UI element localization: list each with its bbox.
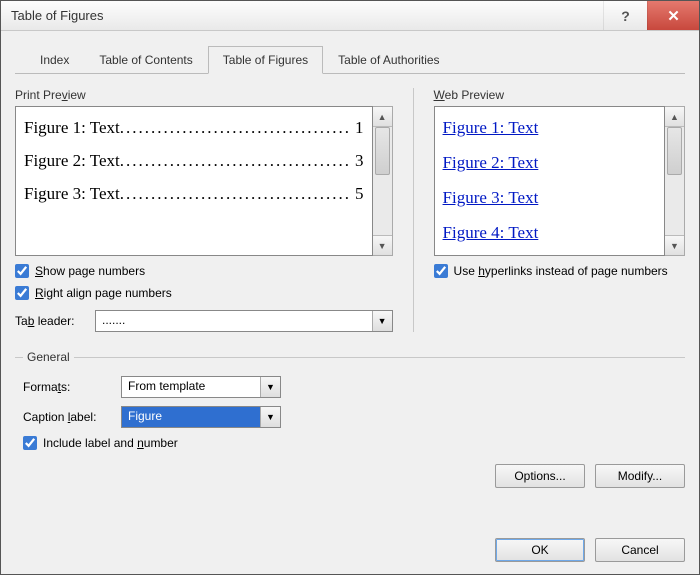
dialog-body: Index Table of Contents Table of Figures… [1,31,699,574]
window-title: Table of Figures [11,8,603,23]
cancel-button[interactable]: Cancel [595,538,685,562]
use-hyperlinks-checkbox[interactable] [434,264,448,278]
options-button[interactable]: Options... [495,464,585,488]
modify-button[interactable]: Modify... [595,464,685,488]
scroll-up-icon[interactable]: ▲ [665,107,684,127]
scroll-track[interactable] [373,127,392,235]
chevron-down-icon[interactable]: ▼ [372,311,392,331]
ok-button[interactable]: OK [495,538,585,562]
include-label-row: Include label and number [23,436,685,450]
chevron-down-icon[interactable]: ▼ [260,407,280,427]
tab-index[interactable]: Index [25,46,84,74]
tab-leader-combo[interactable]: ....... ▼ [95,310,393,332]
print-preview-column: Print Preview Figure 1: Text ...........… [15,88,393,332]
tab-leader-value: ....... [96,311,372,331]
caption-label-label: Caption label: [23,410,113,424]
use-hyperlinks-label: Use hyperlinks instead of page numbers [454,264,668,278]
web-preview-link: Figure 4: Text [443,224,656,241]
tab-table-of-contents[interactable]: Table of Contents [84,46,207,74]
close-button[interactable]: ✕ [647,1,699,30]
scroll-down-icon[interactable]: ▼ [373,235,392,255]
web-preview-scrollbar[interactable]: ▲ ▼ [665,106,685,256]
column-divider [413,88,414,332]
formats-row: Formats: From template ▼ [23,376,685,398]
use-hyperlinks-row: Use hyperlinks instead of page numbers [434,264,685,278]
tab-leader-row: Tab leader: ....... ▼ [15,310,393,332]
close-icon: ✕ [667,7,680,25]
help-button[interactable]: ? [603,1,647,30]
tab-table-of-figures[interactable]: Table of Figures [208,46,323,74]
web-preview-box: Figure 1: Text Figure 2: Text Figure 3: … [434,106,665,256]
include-label-label: Include label and number [43,436,178,450]
right-align-label: Right align page numbers [35,286,172,300]
general-legend: General [23,350,74,364]
right-align-row: Right align page numbers [15,286,393,300]
scroll-thumb[interactable] [375,127,390,175]
formats-label: Formats: [23,380,113,394]
scroll-thumb[interactable] [667,127,682,175]
right-align-checkbox[interactable] [15,286,29,300]
web-preview-link: Figure 3: Text [443,189,656,206]
web-preview-wrap: Figure 1: Text Figure 2: Text Figure 3: … [434,106,685,256]
chevron-down-icon[interactable]: ▼ [260,377,280,397]
web-preview-link: Figure 1: Text [443,119,656,136]
scroll-track[interactable] [665,127,684,235]
web-preview-column: Web Preview Figure 1: Text Figure 2: Tex… [434,88,685,332]
scroll-down-icon[interactable]: ▼ [665,235,684,255]
print-preview-box: Figure 1: Text .........................… [15,106,373,256]
print-preview-label: Print Preview [15,88,393,102]
tab-leader-label: Tab leader: [15,314,87,328]
dialog-window: Table of Figures ? ✕ Index Table of Cont… [0,0,700,575]
caption-label-row: Caption label: Figure ▼ [23,406,685,428]
ok-cancel-row: OK Cancel [15,524,685,562]
caption-label-combo[interactable]: Figure ▼ [121,406,281,428]
titlebar: Table of Figures ? ✕ [1,1,699,31]
web-preview-label: Web Preview [434,88,685,102]
caption-label-value: Figure [122,407,260,427]
options-modify-row: Options... Modify... [15,464,685,488]
scroll-up-icon[interactable]: ▲ [373,107,392,127]
tab-table-of-authorities[interactable]: Table of Authorities [323,46,454,74]
print-preview-scrollbar[interactable]: ▲ ▼ [373,106,393,256]
print-preview-row: Figure 2: Text .........................… [24,152,364,169]
formats-combo[interactable]: From template ▼ [121,376,281,398]
print-preview-row: Figure 3: Text .........................… [24,185,364,202]
formats-value: From template [122,377,260,397]
tab-strip: Index Table of Contents Table of Figures… [15,45,685,74]
web-preview-link: Figure 2: Text [443,154,656,171]
show-page-numbers-row: Show page numbers [15,264,393,278]
general-group: General Formats: From template ▼ Caption… [15,350,685,458]
print-preview-wrap: Figure 1: Text .........................… [15,106,393,256]
titlebar-buttons: ? ✕ [603,1,699,30]
show-page-numbers-label: Show page numbers [35,264,145,278]
include-label-checkbox[interactable] [23,436,37,450]
show-page-numbers-checkbox[interactable] [15,264,29,278]
preview-columns: Print Preview Figure 1: Text ...........… [15,88,685,332]
print-preview-row: Figure 1: Text .........................… [24,119,364,136]
